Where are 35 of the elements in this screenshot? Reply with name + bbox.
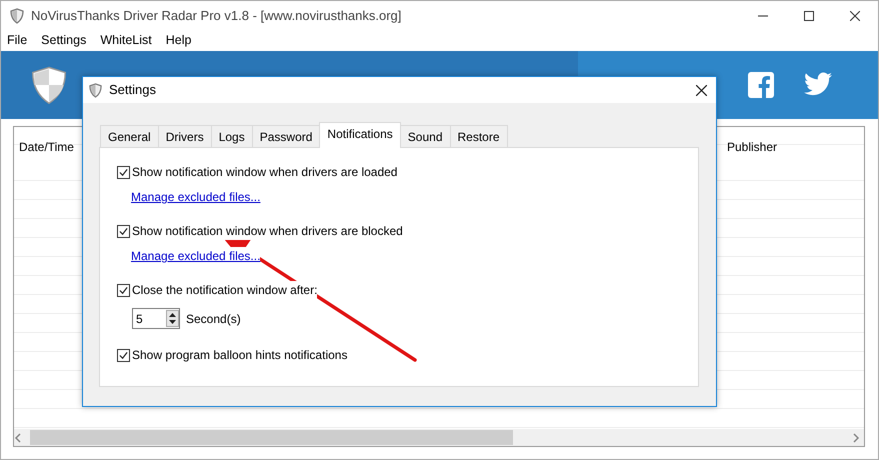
checkbox[interactable] — [117, 166, 130, 178]
scrollbar-thumb[interactable] — [30, 430, 513, 445]
number-spinner[interactable]: 5 — [132, 308, 180, 329]
checkmark-icon — [119, 226, 128, 236]
menu-item[interactable]: Settings — [41, 31, 86, 50]
unit-label: Second(s) — [186, 310, 241, 328]
checkbox[interactable] — [117, 348, 130, 362]
menu-item[interactable]: Help — [166, 31, 192, 50]
checkmark-icon — [119, 168, 128, 176]
scroll-right-icon[interactable] — [852, 432, 860, 442]
manage-link[interactable]: Manage excluded files... — [131, 247, 260, 265]
checkbox[interactable] — [117, 224, 130, 238]
twitter-icon[interactable] — [804, 72, 832, 96]
checkmark-icon — [119, 286, 128, 294]
column-header[interactable]: Date/Time — [14, 127, 84, 167]
checkbox-label: Close the notification window after: — [132, 281, 318, 299]
tab[interactable]: General — [100, 125, 159, 148]
column-header[interactable]: Publisher — [722, 127, 864, 167]
settings-shield-icon — [88, 82, 103, 98]
facebook-icon[interactable] — [748, 72, 774, 98]
close-icon — [696, 84, 706, 96]
tab[interactable]: Notifications — [319, 122, 401, 148]
window-title: NoVirusThanks Driver Radar Pro v1.8 - [www.novirusthanks.org] — [31, 6, 402, 25]
close-icon — [850, 10, 860, 20]
tab[interactable]: Restore — [450, 125, 508, 148]
checkbox[interactable] — [117, 284, 130, 296]
scroll-left-icon[interactable] — [14, 432, 22, 442]
spin-arrows-icon[interactable] — [166, 310, 179, 327]
menu-item[interactable]: File — [7, 31, 28, 50]
horizontal-scrollbar[interactable] — [14, 429, 864, 446]
app-shield-icon — [9, 8, 25, 24]
checkmark-icon — [119, 350, 128, 360]
maximize-icon — [804, 10, 814, 20]
dialog-title: Settings — [109, 81, 156, 100]
menu-item[interactable]: WhiteList — [100, 31, 152, 50]
